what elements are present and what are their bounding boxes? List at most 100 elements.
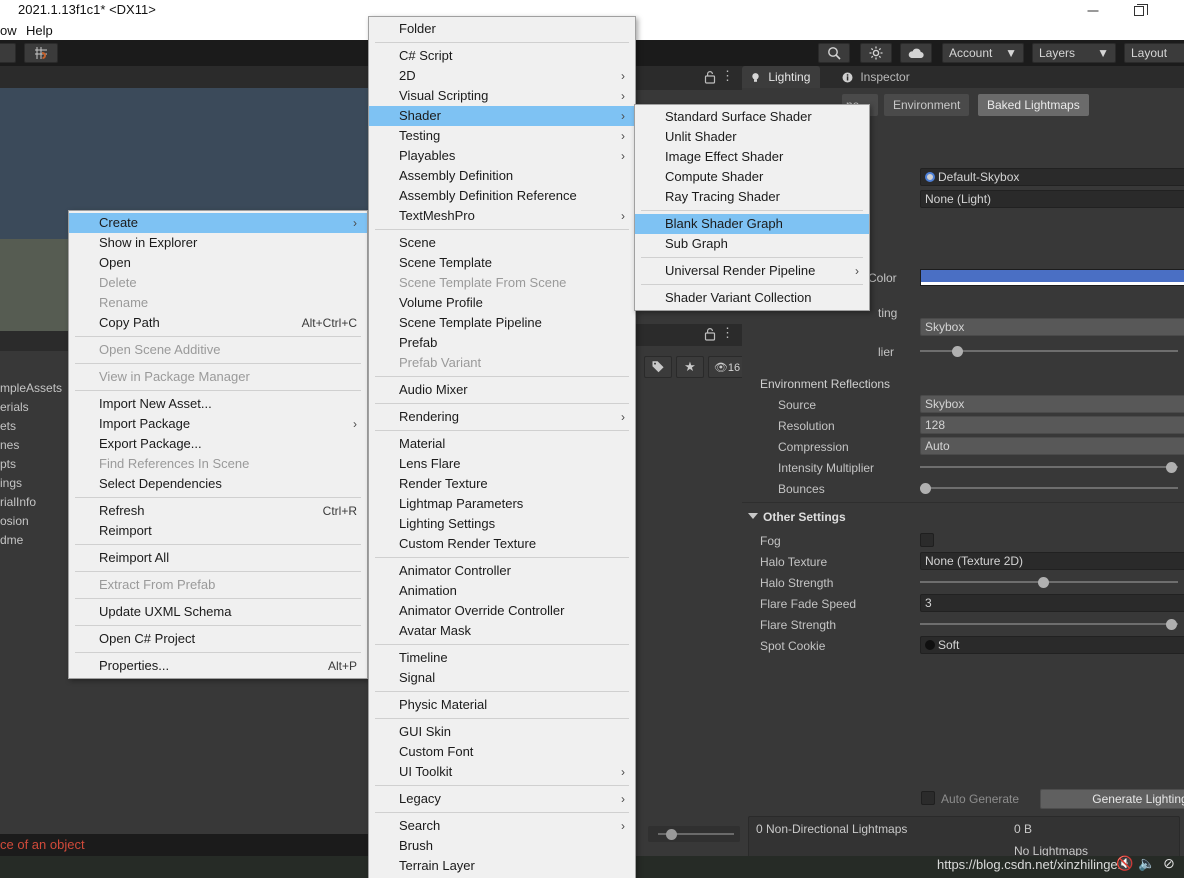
menu-item-search[interactable]: Search › (369, 816, 635, 836)
menu-item-lightmap-parameters[interactable]: Lightmap Parameters (369, 494, 635, 514)
gear-button[interactable] (860, 43, 892, 63)
list-item[interactable]: nes (0, 436, 64, 455)
menu-item-playables[interactable]: Playables › (369, 146, 635, 166)
sun-source-field[interactable]: None (Light) (920, 190, 1184, 208)
reflections-bounces-slider[interactable] (920, 479, 1178, 497)
list-item[interactable]: dme (0, 531, 64, 550)
menu-item-volume-profile[interactable]: Volume Profile (369, 293, 635, 313)
reflections-resolution-field[interactable]: 128 (920, 416, 1184, 434)
cloud-button[interactable] (900, 43, 932, 63)
other-settings-header[interactable]: Other Settings (748, 507, 846, 527)
menu-item-assembly-definition[interactable]: Assembly Definition (369, 166, 635, 186)
menu-item-open[interactable]: Open (69, 253, 367, 273)
menu-item-shader-variant-collection[interactable]: Shader Variant Collection (635, 288, 869, 308)
slider-knob[interactable] (1166, 462, 1177, 473)
halo-texture-field[interactable]: None (Texture 2D) (920, 552, 1184, 570)
window-maximize-button[interactable] (1116, 0, 1162, 22)
menu-item-reimport[interactable]: Reimport (69, 521, 367, 541)
slider-knob[interactable] (666, 829, 677, 840)
menu-item-refresh[interactable]: Refresh Ctrl+R (69, 501, 367, 521)
menu-item-testing[interactable]: Testing › (369, 126, 635, 146)
menu-item-compute-shader[interactable]: Compute Shader (635, 167, 869, 187)
menu-item-ray-tracing-shader[interactable]: Ray Tracing Shader (635, 187, 869, 207)
kebab-menu-icon[interactable]: ⋮ (721, 326, 734, 339)
menu-item-lens-flare[interactable]: Lens Flare (369, 454, 635, 474)
menu-item-properties[interactable]: Properties... Alt+P (69, 656, 367, 676)
menu-item-animator-controller[interactable]: Animator Controller (369, 561, 635, 581)
menu-item-scene[interactable]: Scene (369, 233, 635, 253)
menu-item-gui-skin[interactable]: GUI Skin (369, 722, 635, 742)
menu-item-physic-material[interactable]: Physic Material (369, 695, 635, 715)
menu-item-import-package[interactable]: Import Package › (69, 414, 367, 434)
menu-item-2d[interactable]: 2D › (369, 66, 635, 86)
menu-item-prefab[interactable]: Prefab (369, 333, 635, 353)
menu-item-custom-render-texture[interactable]: Custom Render Texture (369, 534, 635, 554)
lock-icon[interactable] (704, 327, 716, 346)
project-tree[interactable]: mpleAssets erials ets nes pts ings rialI… (0, 379, 64, 550)
menu-item-folder[interactable]: Folder (369, 19, 635, 39)
slider-knob[interactable] (1166, 619, 1177, 630)
menu-item-c-script[interactable]: C# Script (369, 46, 635, 66)
menu-item-assembly-definition-reference[interactable]: Assembly Definition Reference (369, 186, 635, 206)
ambient-intensity-slider[interactable] (920, 342, 1178, 360)
menu-item-create[interactable]: Create › (69, 213, 367, 233)
list-item[interactable]: osion (0, 512, 64, 531)
ambient-color-field[interactable] (920, 269, 1184, 286)
menu-item-avatar-mask[interactable]: Avatar Mask (369, 621, 635, 641)
menu-item-animation[interactable]: Animation (369, 581, 635, 601)
auto-generate-checkbox[interactable] (921, 791, 935, 805)
menu-item-update-uxml-schema[interactable]: Update UXML Schema (69, 602, 367, 622)
tool-button-partial[interactable] (0, 43, 16, 63)
menu-item-scene-template[interactable]: Scene Template (369, 253, 635, 273)
grid-snap-button[interactable] (24, 43, 58, 63)
list-item[interactable]: rialInfo (0, 493, 64, 512)
status-bar-error[interactable]: ce of an object (0, 834, 368, 856)
menu-item-shader[interactable]: Shader › (369, 106, 635, 126)
menu-item-reimport-all[interactable]: Reimport All (69, 548, 367, 568)
menu-item-textmeshpro[interactable]: TextMeshPro › (369, 206, 635, 226)
menu-item-open-c-project[interactable]: Open C# Project (69, 629, 367, 649)
account-dropdown[interactable]: Account ▼ (942, 43, 1024, 63)
generate-lighting-button[interactable]: Generate Lighting (1040, 789, 1184, 809)
project-zoom-slider[interactable] (648, 826, 740, 842)
ambient-source-field[interactable]: Skybox (920, 318, 1184, 336)
menu-item-render-texture[interactable]: Render Texture (369, 474, 635, 494)
menu-item-audio-mixer[interactable]: Audio Mixer (369, 380, 635, 400)
subtab-baked-lightmaps[interactable]: Baked Lightmaps (978, 94, 1089, 116)
tab-lighting[interactable]: Lighting (742, 66, 821, 88)
menu-item-universal-render-pipeline[interactable]: Universal Render Pipeline › (635, 261, 869, 281)
menu-item-unlit-shader[interactable]: Unlit Shader (635, 127, 869, 147)
visibility-count-button[interactable]: 👁16 (708, 356, 744, 378)
context-menu-assets[interactable]: Create › Show in Explorer Open Delete Rename C… (68, 210, 368, 679)
favorite-button[interactable]: ★ (676, 356, 704, 378)
spot-cookie-field[interactable]: Soft (920, 636, 1184, 654)
menu-item-scene-template-pipeline[interactable]: Scene Template Pipeline (369, 313, 635, 333)
tag-button[interactable] (644, 356, 672, 378)
slider-knob[interactable] (1038, 577, 1049, 588)
menu-item-show-in-explorer[interactable]: Show in Explorer (69, 233, 367, 253)
reflections-source-field[interactable]: Skybox (920, 395, 1184, 413)
list-item[interactable]: ings (0, 474, 64, 493)
context-menu-shader[interactable]: Standard Surface Shader Unlit Shader Image… (634, 104, 870, 311)
reflections-intensity-slider[interactable] (920, 458, 1178, 476)
reflections-compression-field[interactable]: Auto (920, 437, 1184, 455)
menu-item-material[interactable]: Material (369, 434, 635, 454)
menu-item-copy-path[interactable]: Copy Path Alt+Ctrl+C (69, 313, 367, 333)
subtab-environment[interactable]: Environment (884, 94, 970, 116)
layout-dropdown[interactable]: Layout (1124, 43, 1184, 63)
menu-item-sub-graph[interactable]: Sub Graph (635, 234, 869, 254)
menu-item-image-effect-shader[interactable]: Image Effect Shader (635, 147, 869, 167)
menu-item-lighting-settings[interactable]: Lighting Settings (369, 514, 635, 534)
menu-item-import-new-asset[interactable]: Import New Asset... (69, 394, 367, 414)
menu-item-visual-scripting[interactable]: Visual Scripting › (369, 86, 635, 106)
menu-item-signal[interactable]: Signal (369, 668, 635, 688)
list-item[interactable]: ets (0, 417, 64, 436)
menu-item-rendering[interactable]: Rendering › (369, 407, 635, 427)
menu-item-standard-surface-shader[interactable]: Standard Surface Shader (635, 107, 869, 127)
menu-item-blank-shader-graph[interactable]: Blank Shader Graph (635, 214, 869, 234)
search-button[interactable] (818, 43, 850, 63)
menu-item-animator-override-controller[interactable]: Animator Override Controller (369, 601, 635, 621)
flare-fade-speed-field[interactable]: 3 (920, 594, 1184, 612)
context-menu-create[interactable]: Folder C# Script 2D › Visual Scripting › Shade… (368, 16, 636, 878)
menu-window[interactable]: ow (0, 22, 17, 40)
